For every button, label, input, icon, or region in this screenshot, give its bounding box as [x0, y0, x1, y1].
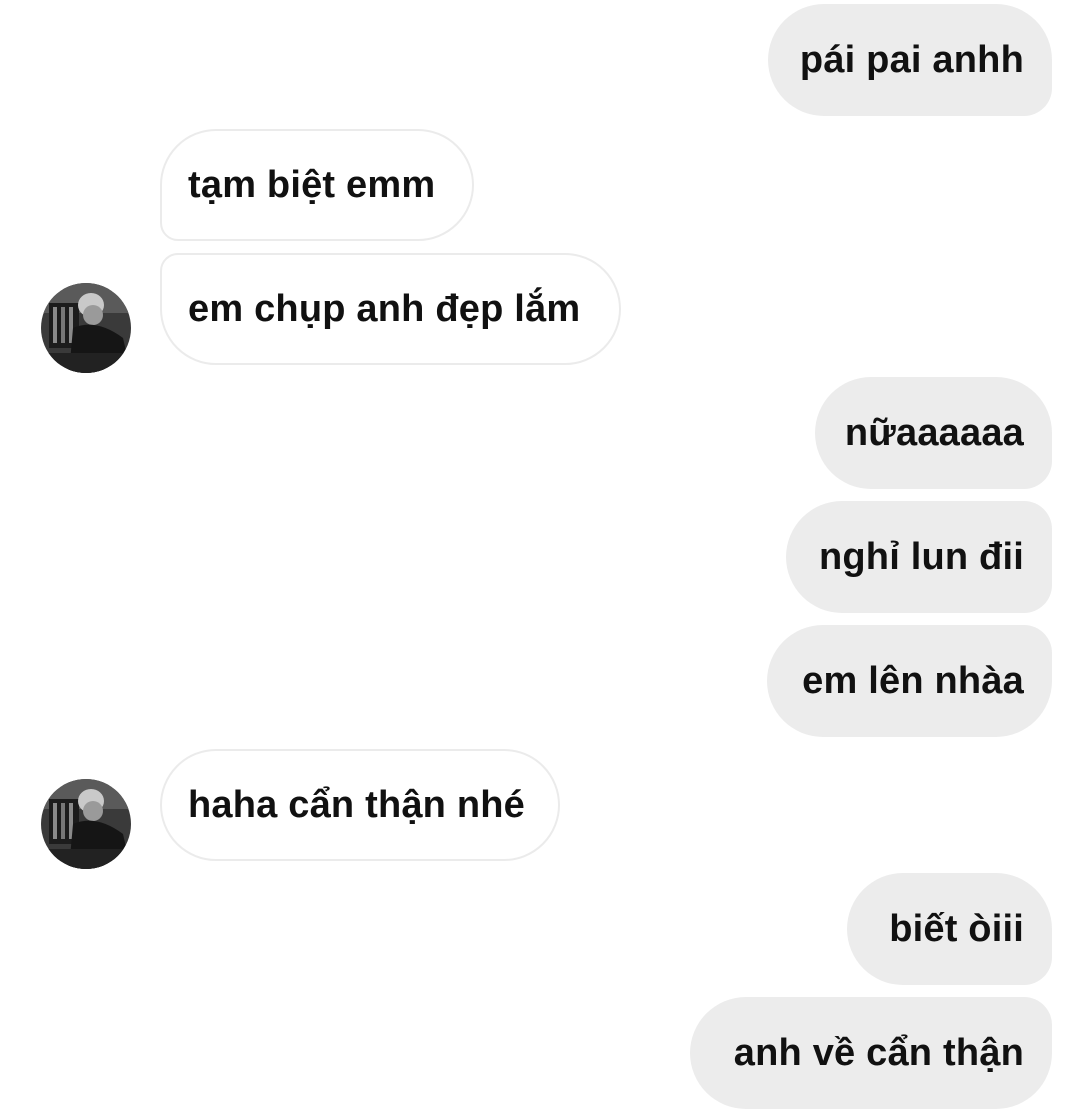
- message-text: em chụp anh đẹp lắm: [188, 287, 581, 330]
- message-sent[interactable]: em lên nhàa: [767, 625, 1052, 737]
- contact-avatar[interactable]: [41, 779, 131, 869]
- message-sent[interactable]: anh về cẩn thận: [690, 997, 1052, 1109]
- message-text: em lên nhàa: [802, 659, 1024, 702]
- contact-avatar[interactable]: [41, 283, 131, 373]
- message-text: biết òiii: [889, 907, 1024, 950]
- message-text: pái pai anhh: [799, 38, 1024, 81]
- message-text: anh về cẩn thận: [733, 1031, 1024, 1074]
- message-text: nghỉ lun đii: [818, 535, 1024, 578]
- message-sent[interactable]: nghỉ lun đii: [786, 501, 1052, 613]
- message-sent[interactable]: nữaaaaaa: [815, 377, 1052, 489]
- message-text: nữaaaaaa: [844, 411, 1024, 454]
- message-received[interactable]: tạm biệt emm: [160, 129, 474, 241]
- message-received[interactable]: haha cẩn thận nhé: [160, 749, 560, 861]
- message-sent[interactable]: biết òiii: [847, 873, 1052, 985]
- message-text: tạm biệt emm: [188, 163, 436, 206]
- avatar-photo-icon: [41, 779, 131, 869]
- message-sent[interactable]: pái pai anhh: [768, 4, 1052, 116]
- message-received[interactable]: em chụp anh đẹp lắm: [160, 253, 621, 365]
- avatar-photo-icon: [41, 283, 131, 373]
- message-text: haha cẩn thận nhé: [188, 783, 526, 826]
